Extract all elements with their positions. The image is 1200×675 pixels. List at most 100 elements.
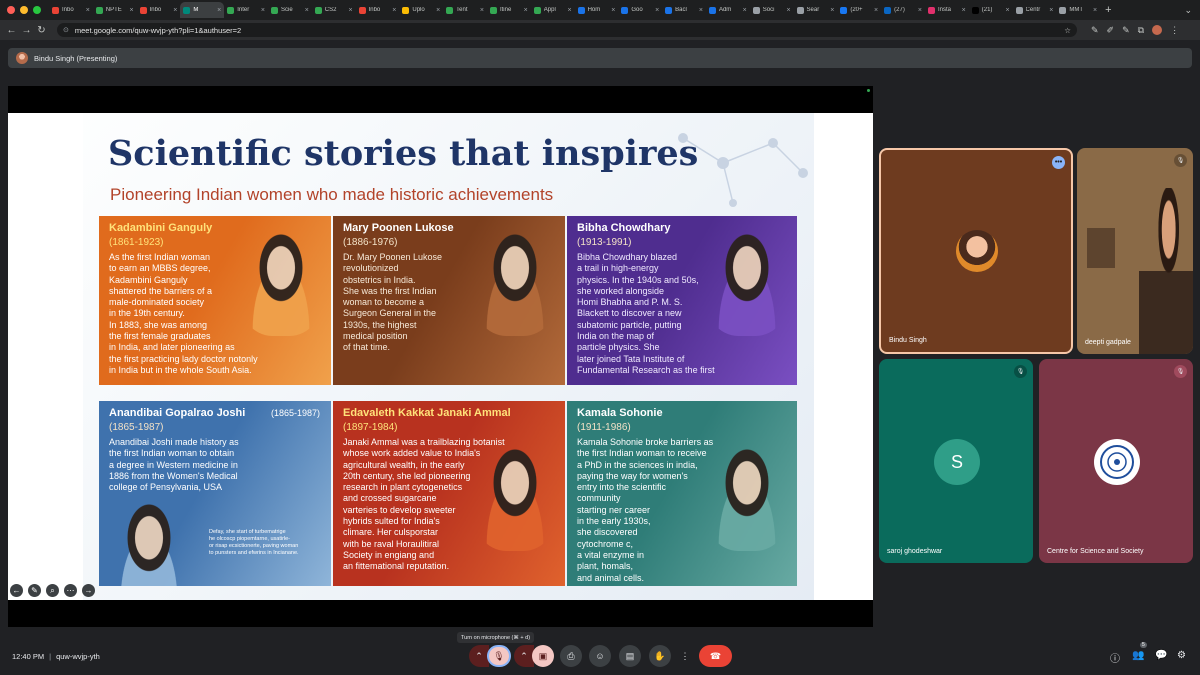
tab-close-icon[interactable]: × [130,7,134,14]
participant-tile[interactable]: 🎙 deepti gadpale [1077,148,1193,354]
tab-close-icon[interactable]: × [567,7,571,14]
scientist-description: Kamala Sohonie broke barriers as the fir… [577,437,714,583]
camera-off-button[interactable]: ▣ [532,645,554,667]
extensions-puzzle-icon[interactable]: ⧉ [1138,25,1144,36]
chat-icon[interactable]: 💬 [1155,650,1167,661]
more-options-button[interactable]: ⋮ [677,645,693,667]
tab-close-icon[interactable]: × [217,7,221,14]
people-icon[interactable]: 👥 [1132,650,1144,661]
forward-arrow-icon[interactable]: → [19,25,34,36]
zoom-window-button[interactable] [33,6,41,14]
browser-tab[interactable]: (21) × [969,2,1013,18]
captions-button[interactable]: ▤ [619,645,641,667]
bookmark-star-icon[interactable]: ☆ [1064,26,1071,35]
new-tab-button[interactable]: + [1100,4,1116,16]
browser-tab[interactable]: MMT × [1056,2,1100,18]
extension-edit-icon[interactable]: ✎ [1122,25,1130,36]
browser-tab[interactable]: Scie × [268,2,312,18]
reactions-button[interactable]: ☺ [589,645,611,667]
tab-close-icon[interactable]: × [1093,7,1097,14]
extension-pen-icon[interactable]: ✎ [1091,25,1099,36]
tab-close-icon[interactable]: × [348,7,352,14]
browser-tab[interactable]: Sear × [794,2,838,18]
annotate-pen-icon[interactable]: ✎ [28,584,41,597]
tab-favicon-icon [402,6,410,14]
browser-tab[interactable]: Bacl × [662,2,706,18]
tab-close-icon[interactable]: × [611,7,615,14]
browser-tab[interactable]: Inter × [224,2,268,18]
participant-tile[interactable]: ••• Bindu Singh [879,148,1073,354]
tab-close-icon[interactable]: × [655,7,659,14]
scientist-years: (1913-1991) [577,237,632,248]
more-options-icon[interactable]: ⋯ [64,584,77,597]
browser-tab[interactable]: Inbo × [49,2,93,18]
shared-slide: Scientific stories that inspires Pioneer… [8,113,873,600]
browser-tab[interactable]: Uplo × [399,2,443,18]
reload-icon[interactable]: ↻ [34,25,49,36]
participant-name: saroj ghodeshwar [887,548,943,555]
browser-tab[interactable]: Inbo × [356,2,400,18]
tab-close-icon[interactable]: × [480,7,484,14]
browser-tab[interactable]: NPTE × [93,2,137,18]
browser-menu-icon[interactable]: ⋮ [1170,25,1179,36]
profile-avatar-icon[interactable] [1152,25,1163,35]
tab-title: Hom [587,7,601,13]
browser-tab[interactable]: M × [180,2,225,18]
tab-close-icon[interactable]: × [918,7,922,14]
browser-tab[interactable]: Inbo × [137,2,181,18]
browser-tab[interactable]: Centr × [1013,2,1057,18]
browser-tab[interactable]: (27) × [881,2,925,18]
tab-close-icon[interactable]: × [1049,7,1053,14]
more-options-icon[interactable]: ••• [1052,156,1065,169]
presentation-stage: Scientific stories that inspires Pioneer… [8,86,873,627]
browser-tab[interactable]: Soci × [750,2,794,18]
audio-options-chevron-icon[interactable]: ⌃ [469,645,489,667]
close-window-button[interactable] [7,6,15,14]
site-info-icon[interactable]: ⊙ [63,26,69,34]
raise-hand-button[interactable]: ✋ [649,645,671,667]
browser-tab[interactable]: Goo × [618,2,662,18]
tab-close-icon[interactable]: × [874,7,878,14]
tab-close-icon[interactable]: × [436,7,440,14]
tab-close-icon[interactable]: × [392,7,396,14]
minimize-window-button[interactable] [20,6,28,14]
tab-favicon-icon [489,6,497,14]
video-options-chevron-icon[interactable]: ⌃ [514,645,534,667]
address-bar[interactable]: ⊙ meet.google.com/quw-wvjp-yth?pli=1&aut… [57,23,1077,37]
browser-tab[interactable]: Itine × [487,2,531,18]
tab-close-icon[interactable]: × [786,7,790,14]
browser-tab[interactable]: Hom × [575,2,619,18]
browser-tab[interactable]: Insta × [925,2,969,18]
present-screen-button[interactable]: ⎙ [560,645,582,667]
tab-close-icon[interactable]: × [305,7,309,14]
participant-avatar [956,230,998,272]
next-slide-icon[interactable]: → [82,584,95,597]
browser-tab-strip: Inbo × NPTE × Inbo × M × Inter × Scie × CS2 × Inbo × Upl… [0,0,1200,20]
tab-close-icon[interactable]: × [962,7,966,14]
leave-call-button[interactable]: ☎ [699,645,732,667]
tab-close-icon[interactable]: × [261,7,265,14]
participant-tile[interactable]: 🎙 S saroj ghodeshwar [879,359,1033,563]
activities-icon[interactable]: ⚙ [1177,650,1186,661]
browser-tab[interactable]: Adm × [706,2,750,18]
microphone-off-button[interactable]: 🎙 [487,645,511,667]
back-arrow-icon[interactable]: ← [4,25,19,36]
tab-close-icon[interactable]: × [1005,7,1009,14]
tab-close-icon[interactable]: × [743,7,747,14]
tab-close-icon[interactable]: × [830,7,834,14]
zoom-magnifier-icon[interactable]: ⌕ [46,584,59,597]
participant-tile[interactable]: 🎙 Centre for Science and Society [1039,359,1193,563]
tab-close-icon[interactable]: × [173,7,177,14]
browser-tab[interactable]: CS2 × [312,2,356,18]
tab-close-icon[interactable]: × [86,7,90,14]
browser-tab[interactable]: Appl × [531,2,575,18]
tab-title: Scie [280,7,293,13]
browser-tab[interactable]: Tent × [443,2,487,18]
tab-close-icon[interactable]: × [524,7,528,14]
extension-pencil-icon[interactable]: ✐ [1107,25,1115,36]
meeting-info-icon[interactable]: ⓘ [1110,650,1120,665]
tab-search-chevron-icon[interactable]: ⌄ [1184,5,1200,16]
previous-slide-icon[interactable]: ← [10,584,23,597]
tab-close-icon[interactable]: × [699,7,703,14]
browser-tab[interactable]: (20+ × [837,2,881,18]
